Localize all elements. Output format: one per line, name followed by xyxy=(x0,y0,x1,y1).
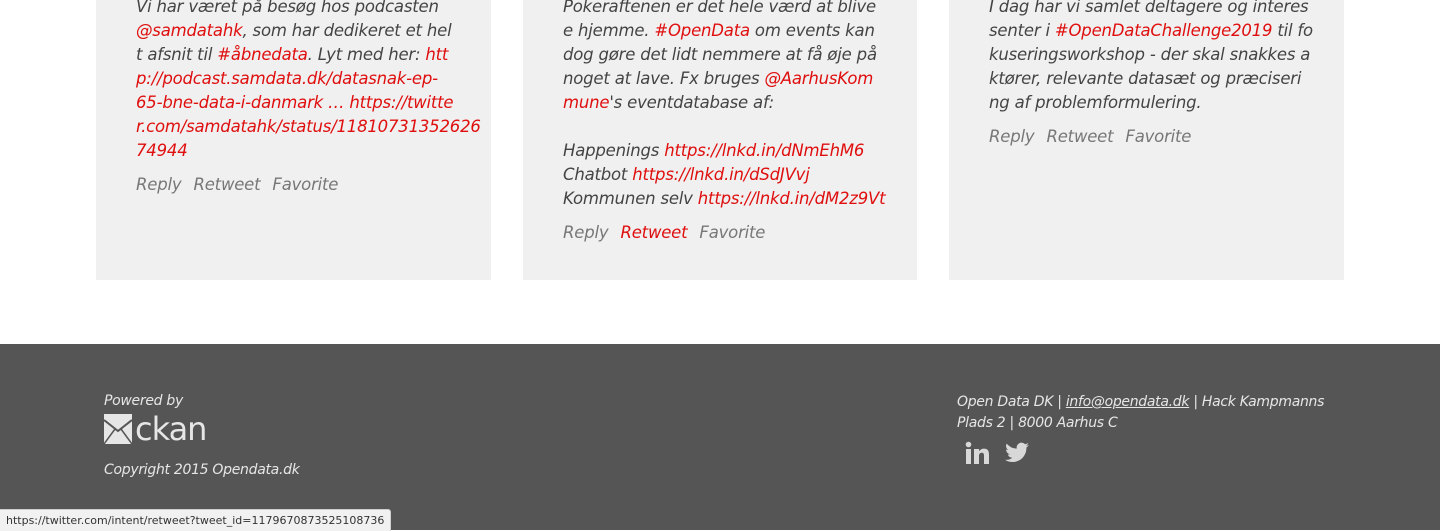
tweet-link[interactable]: https://lnkd.in/dM2z9Vt xyxy=(698,189,886,208)
browser-status-bar: https://twitter.com/intent/retweet?tweet… xyxy=(0,509,392,531)
tweet-line: kuseringsworkshop - der skal snakkes a xyxy=(989,43,1310,67)
tweet-text-segment: Chatbot xyxy=(563,165,633,184)
tweet-text-segment: til fo xyxy=(1272,21,1313,40)
tweet-text-segment: om events kan xyxy=(749,21,875,40)
tweet-text-segment: ktører, relevante datasæt og præciseri xyxy=(989,69,1302,88)
tweet-line: @samdatahk, som har dedikeret et hel xyxy=(136,19,452,43)
tweet-text-segment: e hjemme. xyxy=(563,21,655,40)
tweet-line: t afsnit til #åbnedata. Lyt med her: htt xyxy=(136,43,451,67)
tweet-text-segment: I dag har vi samlet deltagere og interes xyxy=(989,0,1309,16)
retweet-link[interactable]: Retweet xyxy=(1046,127,1113,146)
copyright-text: Copyright 2015 Opendata.dk xyxy=(104,462,300,478)
tweet-link[interactable]: @samdatahk xyxy=(136,21,243,40)
powered-by-label: Powered by xyxy=(104,393,183,409)
contact-info: Open Data DK | info@opendata.dk | Hack K… xyxy=(957,392,1357,434)
tweet-line: senter i #OpenDataChallenge2019 til fo xyxy=(989,19,1313,43)
tweet-text-segment: dog gøre det lidt nemmere at få øje på xyxy=(563,45,877,64)
tweet-text-segment: Kommunen selv xyxy=(563,189,698,208)
tweet-line: Chatbot https://lnkd.in/dSdJVvj xyxy=(563,163,877,187)
tweet-link[interactable]: https://lnkd.in/dNmEhM6 xyxy=(664,141,864,160)
tweet-text-segment xyxy=(563,117,568,136)
favorite-link[interactable]: Favorite xyxy=(272,175,338,194)
linkedin-icon[interactable] xyxy=(964,440,990,466)
tweet-link[interactable]: mune xyxy=(563,93,610,112)
tweet-line: Happenings https://lnkd.in/dNmEhM6 xyxy=(563,139,877,163)
tweet-line: Kommunen selv https://lnkd.in/dM2z9Vt xyxy=(563,187,886,211)
tweet-actions: Reply Retweet Favorite xyxy=(563,223,777,242)
tweet-text-segment: kuseringsworkshop - der skal snakkes a xyxy=(989,45,1311,64)
social-links xyxy=(964,440,1030,466)
tweet-text-segment: . Lyt med her: xyxy=(307,45,426,64)
tweet-link[interactable]: 65-bne-data-i-danmark … https://twitte xyxy=(136,93,454,112)
tweet-line: I dag har vi samlet deltagere og interes xyxy=(989,0,1309,19)
reply-link[interactable]: Reply xyxy=(563,223,609,242)
tweet-link[interactable]: #åbnedata xyxy=(217,45,308,64)
tweet-link[interactable]: #OpenDataChallenge2019 xyxy=(1055,21,1273,40)
tweet-line: Vi har været på besøg hos podcasten xyxy=(136,0,451,19)
tweet-text: Pokeraftenen er det hele værd at blive e … xyxy=(563,0,886,211)
tweet-card-1: Vi har været på besøg hos podcasten @samd… xyxy=(96,0,491,280)
ckan-logo[interactable]: ckan xyxy=(103,410,207,448)
tweet-text: Vi har været på besøg hos podcasten @samd… xyxy=(136,0,481,163)
tweet-card-2: Pokeraftenen er det hele værd at blive e … xyxy=(523,0,917,280)
tweet-line: ktører, relevante datasæt og præciseri xyxy=(989,67,1304,91)
tweet-line xyxy=(563,115,877,139)
tweet-text-segment: 's eventdatabase af: xyxy=(609,93,774,112)
reply-link[interactable]: Reply xyxy=(989,127,1035,146)
tweet-text-segment: Vi har været på besøg hos podcasten xyxy=(136,0,439,16)
tweet-link[interactable]: htt xyxy=(425,45,448,64)
tweet-line: 65-bne-data-i-danmark … https://twitte xyxy=(136,91,454,115)
tweet-actions: Reply Retweet Favorite xyxy=(989,127,1203,146)
tweet-line: noget at lave. Fx bruges @AarhusKom xyxy=(563,67,877,91)
contact-email-link[interactable]: info@opendata.dk xyxy=(1066,394,1190,410)
tweet-link[interactable]: @AarhusKom xyxy=(765,69,874,88)
tweet-link[interactable]: 74944 xyxy=(136,141,188,160)
tweet-text-segment: ng af problemformulering. xyxy=(989,93,1202,112)
tweet-line: r.com/samdatahk/status/11810731352626 xyxy=(136,115,481,139)
tweet-text: I dag har vi samlet deltagere og interes… xyxy=(989,0,1313,115)
tweet-text-segment: noget at lave. Fx bruges xyxy=(563,69,765,88)
tweet-text-segment: Pokeraftenen er det hele værd at blive xyxy=(563,0,876,16)
contact-prefix: Open Data DK | xyxy=(957,394,1066,410)
ckan-wordmark: ckan xyxy=(135,410,207,448)
reply-link[interactable]: Reply xyxy=(136,175,182,194)
tweet-line: mune's eventdatabase af: xyxy=(563,91,877,115)
tweet-line: dog gøre det lidt nemmere at få øje på xyxy=(563,43,877,67)
tweet-link[interactable]: p://podcast.samdata.dk/datasnak-ep- xyxy=(136,69,438,88)
favorite-link[interactable]: Favorite xyxy=(699,223,765,242)
tweet-actions: Reply Retweet Favorite xyxy=(136,175,350,194)
tweet-card-3: I dag har vi samlet deltagere og interes… xyxy=(949,0,1344,280)
tweet-text-segment: t afsnit til xyxy=(136,45,218,64)
tweet-line: p://podcast.samdata.dk/datasnak-ep- xyxy=(136,67,451,91)
tweet-line: 74944 xyxy=(136,139,451,163)
tweet-link[interactable]: https://lnkd.in/dSdJVvj xyxy=(632,165,810,184)
tweet-text-segment: , som har dedikeret et hel xyxy=(242,21,452,40)
tweet-link[interactable]: r.com/samdatahk/status/11810731352626 xyxy=(136,117,481,136)
tweet-line: e hjemme. #OpenData om events kan xyxy=(563,19,877,43)
site-footer: Powered by ckan Copyright 2015 Opendata.… xyxy=(0,344,1440,530)
twitter-icon[interactable] xyxy=(1004,440,1030,466)
retweet-link[interactable]: Retweet xyxy=(620,223,687,242)
tweet-text-segment: Happenings xyxy=(563,141,665,160)
tweet-text-segment: senter i xyxy=(989,21,1055,40)
retweet-link[interactable]: Retweet xyxy=(193,175,260,194)
tweet-link[interactable]: #OpenData xyxy=(654,21,750,40)
favorite-link[interactable]: Favorite xyxy=(1125,127,1191,146)
tweet-line: Pokeraftenen er det hele værd at blive xyxy=(563,0,877,19)
tweet-line: ng af problemformulering. xyxy=(989,91,1304,115)
ckan-mark-icon xyxy=(103,414,133,445)
